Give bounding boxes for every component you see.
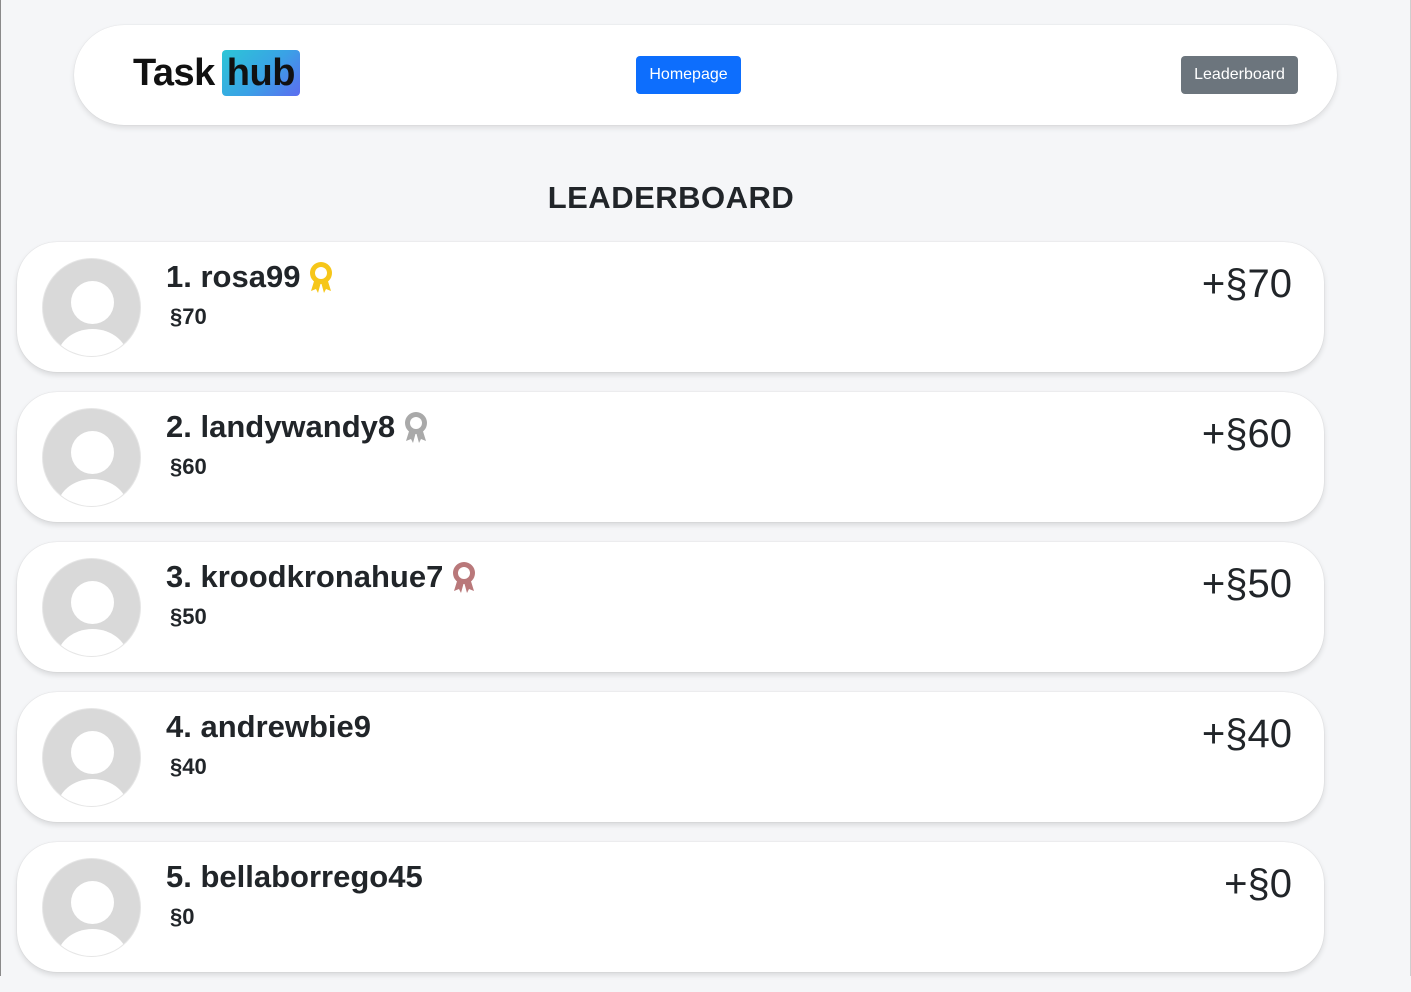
entry-name-row: 4. andrewbie9	[166, 709, 371, 745]
entry-rank-name: 2. landywandy8	[166, 409, 396, 444]
leaderboard-entry: 3. kroodkronahue7 §50 +§50	[17, 542, 1324, 672]
entry-points: §40	[170, 754, 207, 779]
gold-medal-icon	[310, 262, 333, 293]
entry-gain: +§70	[1201, 262, 1292, 306]
avatar	[42, 708, 141, 807]
bronze-medal-icon	[453, 562, 476, 593]
entry-gain: +§50	[1201, 562, 1292, 606]
entry-points: §0	[170, 904, 195, 929]
avatar	[42, 858, 141, 957]
entry-gain: +§40	[1201, 712, 1292, 756]
leaderboard-entry: 2. landywandy8 §60 +§60	[17, 392, 1324, 522]
leaderboard-entry: 4. andrewbie9 §40 +§40	[17, 692, 1324, 822]
taskhub-logo[interactable]: Task hub	[133, 50, 300, 96]
avatar	[42, 408, 141, 507]
silver-medal-icon	[405, 412, 428, 443]
homepage-button[interactable]: Homepage	[636, 56, 741, 94]
entry-points: §60	[170, 454, 207, 479]
entry-points: §50	[170, 604, 207, 629]
entry-name-row: 5. bellaborrego45	[166, 859, 423, 895]
entry-name-row: 1. rosa99	[166, 259, 335, 295]
entry-gain: +§60	[1201, 412, 1292, 456]
logo-task-text: Task	[133, 51, 215, 94]
leaderboard-entry: 5. bellaborrego45 §0 +§0	[17, 842, 1324, 972]
page-title: LEADERBOARD	[547, 180, 795, 215]
entry-rank-name: 4. andrewbie9	[166, 709, 372, 744]
entry-name-row: 2. landywandy8	[166, 409, 430, 445]
leaderboard-button[interactable]: Leaderboard	[1181, 56, 1298, 94]
avatar	[42, 258, 141, 357]
browser-viewport: Task hub Homepage Leaderboard LEADERBOAR…	[0, 0, 1411, 976]
leaderboard-entry: 1. rosa99 §70 +§70	[17, 242, 1324, 372]
entry-rank-name: 5. bellaborrego45	[166, 859, 423, 894]
entry-points: §70	[170, 304, 207, 329]
navbar: Task hub Homepage Leaderboard	[74, 25, 1337, 125]
avatar	[42, 558, 141, 657]
entry-rank-name: 3. kroodkronahue7	[166, 559, 444, 594]
entry-gain: +§0	[1224, 862, 1292, 906]
logo-hub-text: hub	[221, 50, 300, 96]
entry-name-row: 3. kroodkronahue7	[166, 559, 478, 595]
entry-rank-name: 1. rosa99	[166, 259, 301, 294]
leaderboard-list: 1. rosa99 §70 +§70 2. landywandy8 §60 +§…	[17, 242, 1324, 992]
